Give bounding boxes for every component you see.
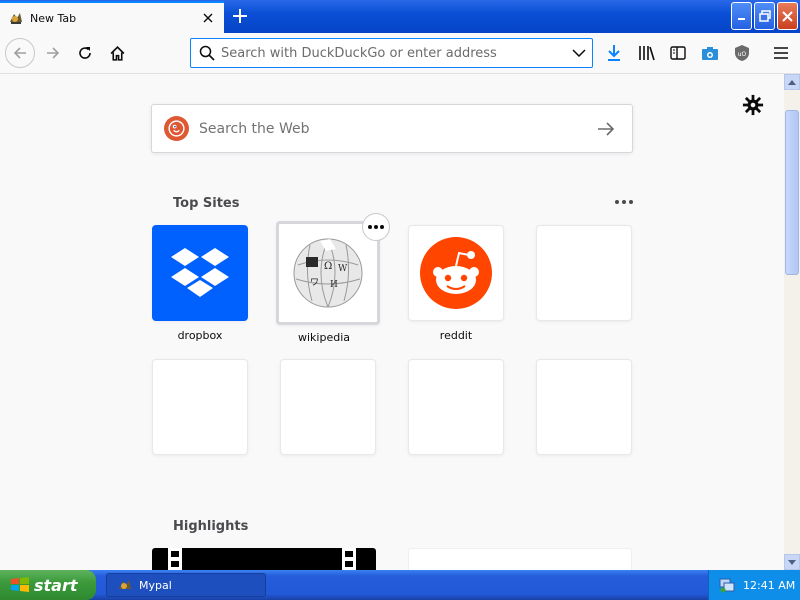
minimize-icon: [737, 18, 745, 20]
download-icon[interactable]: [602, 41, 626, 65]
forward-icon: [47, 47, 60, 59]
taskbar-button-mypal[interactable]: Mypal: [106, 573, 266, 597]
close-icon: [782, 10, 793, 22]
duckduckgo-icon: [164, 116, 189, 141]
restore-button[interactable]: [754, 2, 775, 30]
highlight-card-thumbnail[interactable]: [152, 548, 376, 570]
forward-button[interactable]: [38, 38, 68, 68]
mypal-logo-icon: [10, 13, 22, 24]
windows-logo-icon: [11, 577, 29, 592]
empty-tile[interactable]: [152, 359, 248, 455]
restore-icon: [758, 10, 771, 22]
start-label: start: [34, 575, 78, 595]
empty-tile[interactable]: [536, 225, 632, 321]
taskbar: start Mypal 12:41 AM: [0, 570, 800, 600]
reload-icon: [79, 47, 91, 59]
minimize-button[interactable]: [731, 2, 752, 30]
search-icon: [199, 45, 215, 61]
screenshot-icon[interactable]: [698, 41, 722, 65]
home-button[interactable]: [102, 38, 132, 68]
chevron-down-icon[interactable]: [566, 39, 592, 67]
home-icon: [110, 45, 124, 61]
ublock-icon[interactable]: uO: [730, 41, 754, 65]
scrollbar-thumb[interactable]: [785, 110, 799, 275]
highlight-card[interactable]: [408, 548, 632, 570]
empty-tile[interactable]: [536, 359, 632, 455]
top-site-reddit[interactable]: reddit: [408, 225, 504, 342]
system-tray: 12:41 AM: [708, 570, 800, 600]
empty-top-site-slot[interactable]: [152, 359, 248, 455]
top-site-wikipedia[interactable]: Ω W ワ И wikipedia: [276, 221, 380, 344]
empty-tile[interactable]: [408, 359, 504, 455]
title-bar: New Tab: [0, 0, 800, 33]
film-strip-image: [168, 548, 356, 570]
back-icon: [13, 47, 26, 59]
clock[interactable]: 12:41 AM: [743, 579, 795, 592]
top-site-label: dropbox: [177, 329, 223, 342]
scroll-up-arrow-icon[interactable]: [784, 74, 800, 90]
top-sites-title: Top Sites: [173, 196, 240, 211]
svg-text:Ω: Ω: [324, 261, 332, 272]
highlights-title: Highlights: [173, 519, 249, 534]
empty-top-site-slot[interactable]: [536, 225, 632, 321]
taskbar-task-label: Mypal: [139, 578, 172, 592]
library-icon[interactable]: [635, 41, 659, 65]
new-tab-page: Top Sites dropbox Ω W ワ И: [0, 74, 784, 570]
url-input[interactable]: [221, 45, 566, 61]
tab-new-tab[interactable]: New Tab: [0, 1, 224, 33]
more-options-icon[interactable]: [612, 194, 636, 210]
navigation-toolbar: uO: [0, 33, 800, 74]
arrow-right-icon[interactable]: [586, 109, 626, 149]
reload-button[interactable]: [70, 38, 100, 68]
gear-icon[interactable]: [742, 94, 764, 116]
scroll-down-arrow-icon[interactable]: [784, 554, 800, 570]
svg-text:W: W: [338, 264, 348, 274]
back-button[interactable]: [5, 38, 35, 68]
dropbox-icon[interactable]: [152, 225, 248, 321]
plus-icon: [233, 9, 247, 23]
close-window-button[interactable]: [777, 2, 798, 30]
web-search-input[interactable]: [199, 120, 586, 137]
tile-context-menu-button[interactable]: [362, 213, 390, 241]
wikipedia-globe-icon[interactable]: Ω W ワ И: [276, 221, 380, 325]
vertical-scrollbar[interactable]: [784, 74, 800, 570]
empty-top-site-slot[interactable]: [280, 359, 376, 455]
new-tab-button[interactable]: [229, 5, 251, 27]
sidebar-icon[interactable]: [666, 41, 690, 65]
top-site-label: wikipedia: [297, 331, 350, 344]
empty-top-site-slot[interactable]: [536, 359, 632, 455]
reddit-icon[interactable]: [408, 225, 504, 321]
top-site-label: reddit: [439, 329, 473, 342]
more-options-icon: [368, 225, 384, 229]
svg-text:И: И: [330, 280, 338, 290]
empty-top-site-slot[interactable]: [408, 359, 504, 455]
network-icon[interactable]: [719, 577, 735, 593]
top-site-dropbox[interactable]: dropbox: [152, 225, 248, 342]
svg-text:uO: uO: [738, 51, 747, 58]
menu-icon[interactable]: [769, 41, 793, 65]
empty-tile[interactable]: [280, 359, 376, 455]
svg-text:ワ: ワ: [310, 278, 319, 288]
start-button[interactable]: start: [0, 570, 96, 600]
web-search-box[interactable]: [151, 104, 633, 153]
close-tab-icon[interactable]: [198, 8, 218, 28]
address-bar[interactable]: [190, 38, 593, 68]
tab-title: New Tab: [30, 11, 77, 25]
mypal-logo-icon: [119, 580, 131, 589]
